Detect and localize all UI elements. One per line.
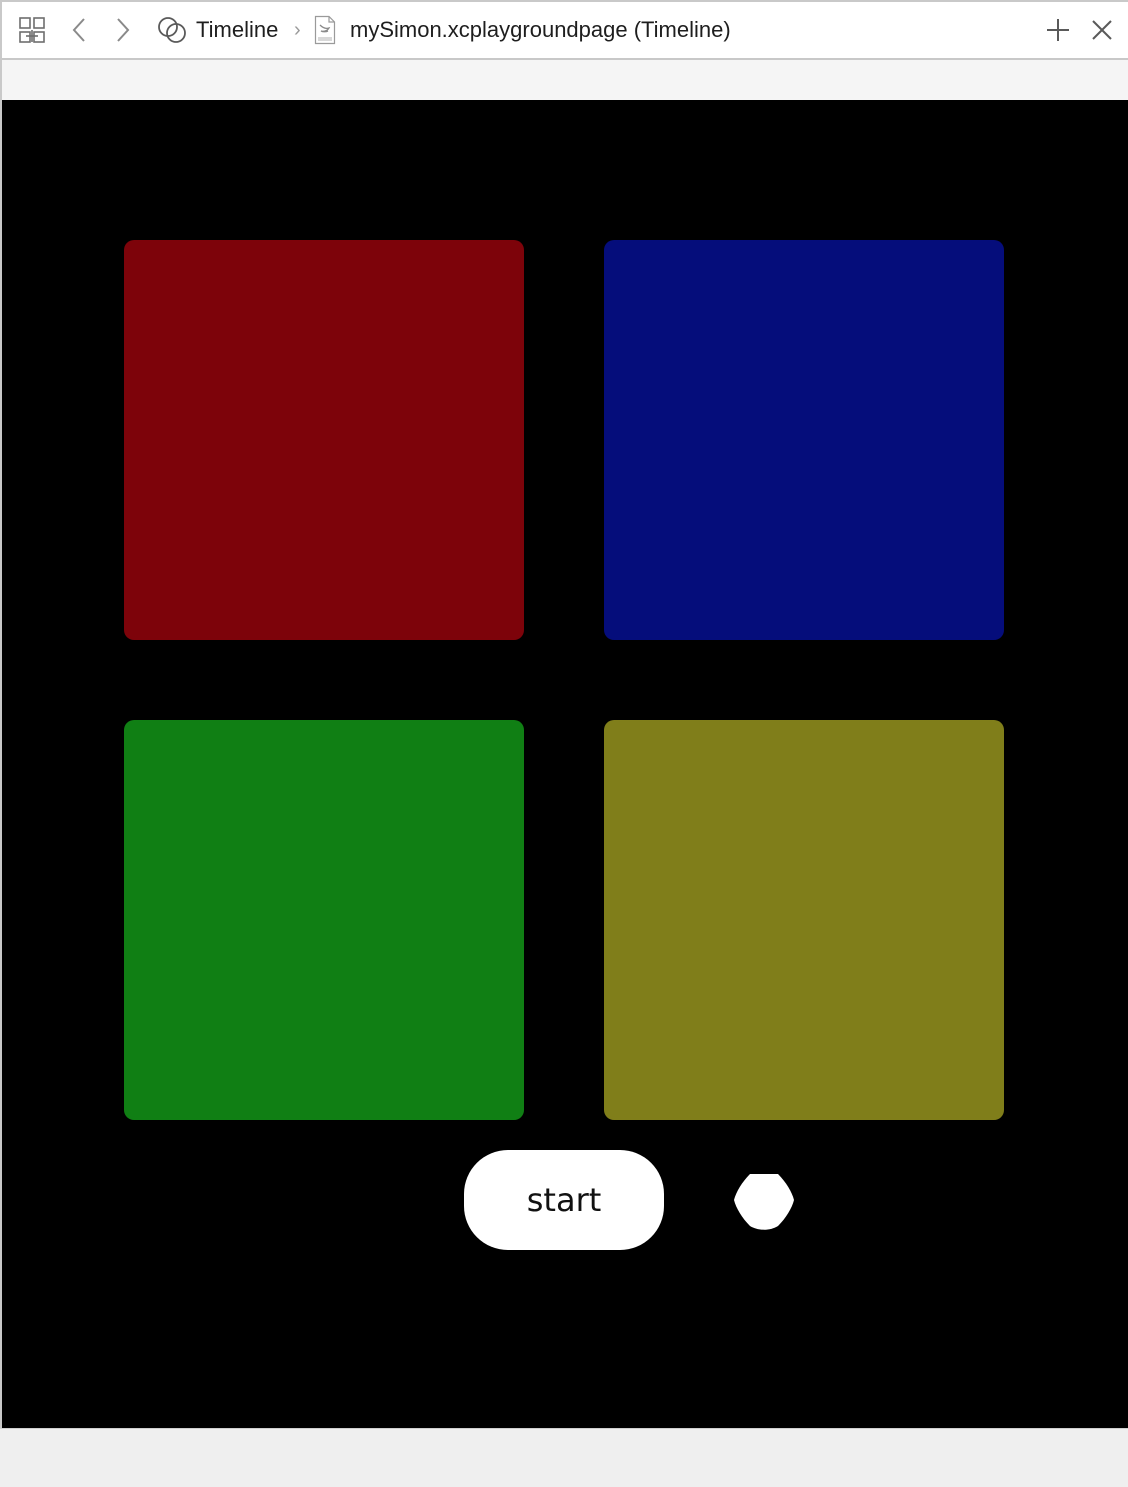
live-view-header-strip [2, 60, 1128, 100]
jump-bar: Timeline › mySimon.xcplaygroundpage (Tim… [2, 2, 1128, 60]
close-editor-button[interactable] [1084, 2, 1120, 58]
yellow-pad[interactable] [604, 720, 1004, 1120]
assistant-editor-button[interactable] [154, 2, 190, 58]
status-indicator [734, 1174, 794, 1230]
breadcrumb-separator: › [294, 19, 301, 41]
file-icon-wrap [312, 2, 338, 58]
live-view: start [2, 100, 1128, 1428]
overlapping-circles-icon [158, 17, 186, 43]
chevron-right-icon [117, 18, 130, 42]
back-button[interactable] [64, 2, 94, 58]
debug-area-bar [0, 1428, 1128, 1487]
blue-pad[interactable] [604, 240, 1004, 640]
playground-timeline-window: Timeline › mySimon.xcplaygroundpage (Tim… [0, 0, 1128, 1487]
close-icon [1092, 20, 1112, 40]
add-editor-button[interactable] [1040, 2, 1076, 58]
swift-page-file-icon [314, 15, 336, 45]
forward-button[interactable] [108, 2, 138, 58]
red-pad[interactable] [124, 240, 524, 640]
grid-related-items-icon [19, 17, 45, 43]
breadcrumb-timeline[interactable]: Timeline [196, 16, 278, 44]
breadcrumb-file[interactable]: mySimon.xcplaygroundpage (Timeline) [350, 16, 731, 44]
related-items-button[interactable] [14, 2, 50, 58]
plus-icon [1047, 19, 1069, 41]
start-button[interactable]: start [464, 1150, 664, 1250]
green-pad[interactable] [124, 720, 524, 1120]
chevron-left-icon [72, 18, 85, 42]
